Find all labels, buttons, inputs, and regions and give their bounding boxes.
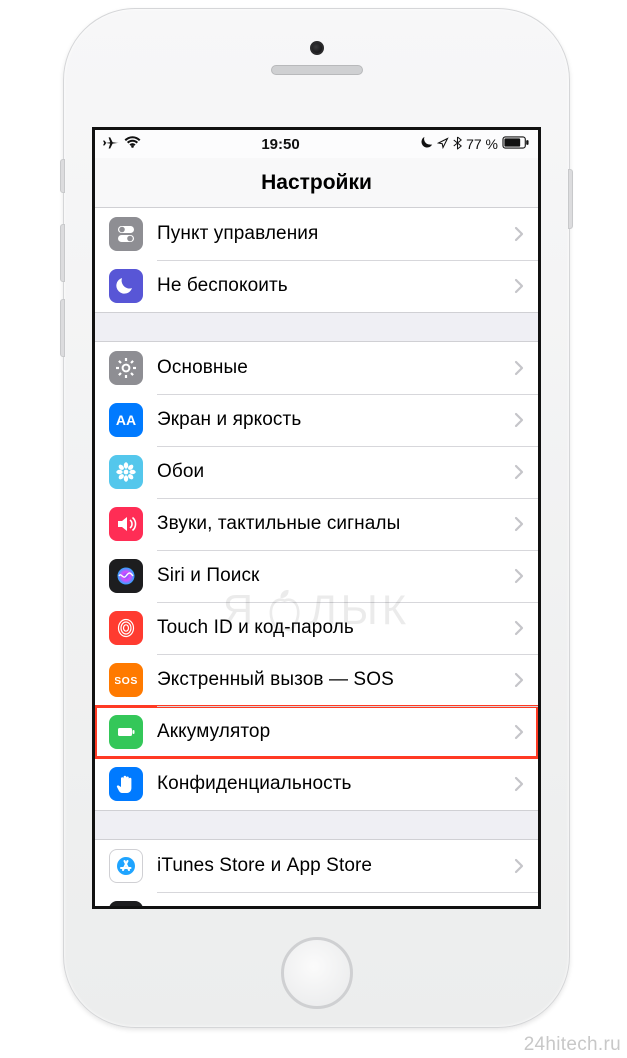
- chevron-right-icon: [514, 464, 524, 480]
- settings-row-appstore[interactable]: iTunes Store и App Store: [95, 840, 538, 892]
- location-icon: [437, 136, 449, 152]
- chevron-right-icon: [514, 412, 524, 428]
- airplane-mode-icon: [103, 135, 119, 154]
- chevron-right-icon: [514, 724, 524, 740]
- source-attribution: 24hitech.ru: [524, 1034, 621, 1056]
- settings-row-label: Экстренный вызов — SOS: [157, 669, 514, 691]
- sos-icon: [109, 663, 143, 697]
- settings-row-label: Экран и яркость: [157, 409, 514, 431]
- volume-down-button: [60, 299, 65, 357]
- earpiece-speaker: [271, 65, 363, 75]
- settings-row-touchid[interactable]: Touch ID и код-пароль: [95, 602, 538, 654]
- screen: 19:50 77 % Настройки: [92, 127, 541, 909]
- settings-row-label: iTunes Store и App Store: [157, 855, 514, 877]
- settings-row-battery[interactable]: Аккумулятор: [95, 706, 538, 758]
- dnd-moon-icon: [420, 136, 433, 152]
- settings-row-label: Звуки, тактильные сигналы: [157, 513, 514, 535]
- settings-row-label: Не беспокоить: [157, 275, 514, 297]
- chevron-right-icon: [514, 858, 524, 874]
- settings-row-label: Touch ID и код-пароль: [157, 617, 514, 639]
- battery-icon: [109, 715, 143, 749]
- bluetooth-icon: [453, 136, 462, 153]
- appstore-icon: [109, 849, 143, 883]
- chevron-right-icon: [514, 226, 524, 242]
- front-camera: [310, 41, 324, 55]
- battery-icon: [502, 136, 530, 152]
- settings-row-privacy[interactable]: Конфиденциальность: [95, 758, 538, 810]
- iphone-frame: 19:50 77 % Настройки: [63, 8, 570, 1028]
- page-title-label: Настройки: [261, 171, 372, 195]
- status-bar-right: 77 %: [420, 136, 530, 153]
- flower-icon: [109, 455, 143, 489]
- toggles-icon: [109, 217, 143, 251]
- status-bar-time: 19:50: [261, 136, 299, 153]
- settings-row-label: Конфиденциальность: [157, 773, 514, 795]
- speaker-icon: [109, 507, 143, 541]
- battery-percentage: 77 %: [466, 136, 498, 152]
- chevron-right-icon: [514, 360, 524, 376]
- mute-switch: [60, 159, 65, 193]
- aa-icon: [109, 403, 143, 437]
- chevron-right-icon: [514, 620, 524, 636]
- settings-row-label: Обои: [157, 461, 514, 483]
- settings-row-siri[interactable]: Siri и Поиск: [95, 550, 538, 602]
- status-bar-left: [103, 135, 141, 154]
- settings-row-wallet[interactable]: Wallet и Apple Pay: [95, 892, 538, 906]
- hand-icon: [109, 767, 143, 801]
- settings-row-general[interactable]: Основные: [95, 342, 538, 394]
- settings-row-sounds[interactable]: Звуки, тактильные сигналы: [95, 498, 538, 550]
- settings-row-dnd[interactable]: Не беспокоить: [95, 260, 538, 312]
- page-title: Настройки: [95, 158, 538, 208]
- chevron-right-icon: [514, 516, 524, 532]
- power-button: [568, 169, 573, 229]
- siri-icon: [109, 559, 143, 593]
- settings-group: iTunes Store и App Store Wallet и Apple P…: [95, 839, 538, 906]
- chevron-right-icon: [514, 776, 524, 792]
- chevron-right-icon: [514, 278, 524, 294]
- settings-list[interactable]: Пункт управления Не беспокоить Основные Экр…: [95, 208, 538, 906]
- moon-icon: [109, 269, 143, 303]
- chevron-right-icon: [514, 568, 524, 584]
- volume-up-button: [60, 224, 65, 282]
- chevron-right-icon: [514, 672, 524, 688]
- settings-row-label: Siri и Поиск: [157, 565, 514, 587]
- settings-row-label: Аккумулятор: [157, 721, 514, 743]
- settings-group: Основные Экран и яркость Обои Звуки, тактил…: [95, 341, 538, 811]
- settings-row-label: Пункт управления: [157, 223, 514, 245]
- settings-row-label: Основные: [157, 357, 514, 379]
- status-bar: 19:50 77 %: [95, 130, 538, 158]
- wifi-icon: [124, 136, 141, 152]
- finger-icon: [109, 611, 143, 645]
- wallet-icon: [109, 901, 143, 906]
- home-button[interactable]: [281, 937, 353, 1009]
- settings-group: Пункт управления Не беспокоить: [95, 208, 538, 313]
- settings-row-display[interactable]: Экран и яркость: [95, 394, 538, 446]
- settings-row-control-center[interactable]: Пункт управления: [95, 208, 538, 260]
- gear-icon: [109, 351, 143, 385]
- settings-row-wallpaper[interactable]: Обои: [95, 446, 538, 498]
- settings-row-sos[interactable]: Экстренный вызов — SOS: [95, 654, 538, 706]
